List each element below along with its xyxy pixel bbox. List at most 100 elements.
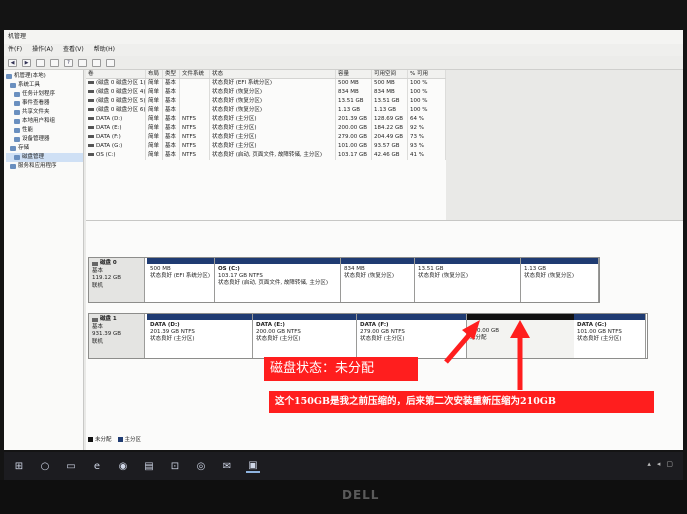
table-row[interactable]: DATA (F:) 简单 基本 NTFS 状态良好 (主分区) 279.00 GB 204.… [86,133,446,142]
cell-filesystem [180,97,210,106]
partition-os-c[interactable]: OS (C:) 103.17 GB NTFS 状态良好 (启动, 页面文件, 故障转… [215,258,341,302]
cell-volume: (磁盘 0 磁盘分区 4) [86,88,146,97]
tree-item-storage[interactable]: 存储 [6,144,83,153]
windows-icon[interactable]: ⊞ [12,459,26,473]
refresh-icon[interactable] [78,58,87,67]
computer-management-icon[interactable]: ▣ [246,459,260,473]
cell-capacity: 103.17 GB [336,151,372,160]
export-icon[interactable] [92,58,101,67]
cell-layout: 简单 [146,124,163,133]
table-row[interactable]: DATA (E:) 简单 基本 NTFS 状态良好 (主分区) 200.00 GB 184.… [86,124,446,133]
column-header-volume[interactable]: 卷 [86,70,146,78]
menu-file[interactable]: 件(F) [8,44,22,56]
cell-percent-free: 73 % [408,133,446,142]
table-row[interactable]: DATA (D:) 简单 基本 NTFS 状态良好 (主分区) 201.39 GB 128.… [86,115,446,124]
cell-filesystem: NTFS [180,151,210,160]
notification-icon[interactable]: ▢ [666,460,673,468]
cell-volume: (磁盘 0 磁盘分区 5) [86,97,146,106]
disk-0-label[interactable]: 磁盘 0 基本 119.12 GB 联机 [89,258,145,302]
edge-icon[interactable]: e [90,459,104,473]
cell-type: 基本 [163,88,180,97]
partition-recovery-834mb[interactable]: 834 MB 状态良好 (恢复分区) [341,258,415,302]
tree-item-local-users[interactable]: 本地用户和组 [6,117,83,126]
callout-disk-status: 磁盘状态：未分配 [264,357,418,381]
menu-help[interactable]: 帮助(H) [94,44,115,56]
tree-item-shared-folders[interactable]: 共享文件夹 [6,108,83,117]
back-icon[interactable]: ◀ [8,58,17,67]
column-header-type[interactable]: 类型 [163,70,180,78]
disk-graph-area: 磁盘 0 基本 119.12 GB 联机 500 MB 状态良好 (EFI 系统分… [86,220,683,450]
legend: 未分配 主分区 [88,435,141,443]
mail-icon[interactable]: ✉ [220,459,234,473]
cell-type: 基本 [163,124,180,133]
cell-capacity: 1.13 GB [336,106,372,115]
menu-action[interactable]: 操作(A) [32,44,53,56]
volume-icon[interactable]: ◂ [657,460,661,468]
cell-layout: 简单 [146,106,163,115]
volume-list-body: (磁盘 0 磁盘分区 1) 简单 基本 状态良好 (EFI 系统分区) 500 MB 50… [86,79,446,160]
column-header-free-space[interactable]: 可用空间 [372,70,408,78]
settings-icon[interactable] [106,58,115,67]
tree-item-task-scheduler[interactable]: 任务计划程序 [6,90,83,99]
column-header-filesystem[interactable]: 文件系统 [180,70,210,78]
cell-capacity: 279.00 GB [336,133,372,142]
table-row[interactable]: (磁盘 0 磁盘分区 1) 简单 基本 状态良好 (EFI 系统分区) 500 MB 50… [86,79,446,88]
column-header-capacity[interactable]: 容量 [336,70,372,78]
store-icon[interactable]: ⊡ [168,459,182,473]
cell-percent-free: 41 % [408,151,446,160]
partition-efi[interactable]: 500 MB 状态良好 (EFI 系统分区) [147,258,215,302]
cell-status: 状态良好 (恢复分区) [210,106,336,115]
partition-data-e[interactable]: DATA (E:) 200.00 GB NTFS 状态良好 (主分区) [253,314,357,358]
volume-icon [88,99,94,102]
tree-item-services[interactable]: 服务和应用程序 [6,162,83,171]
legend-primary: 主分区 [117,435,141,443]
cell-filesystem: NTFS [180,115,210,124]
tree-item-system-tools[interactable]: 系统工具 [6,81,83,90]
partition-unallocated[interactable]: 150.00 GB 未分配 [467,314,575,358]
properties-icon[interactable] [50,58,59,67]
tree-item-device-manager[interactable]: 设备管理器 [6,135,83,144]
column-header-percent-free[interactable]: % 可用 [408,70,446,78]
disk-1-label[interactable]: 磁盘 1 基本 931.39 GB 联机 [89,314,145,358]
cell-percent-free: 100 % [408,97,446,106]
menubar: 件(F) 操作(A) 查看(V) 帮助(H) [4,44,683,56]
tree-item-performance[interactable]: 性能 [6,126,83,135]
tree-item-event-viewer[interactable]: 事件查看器 [6,99,83,108]
cell-percent-free: 100 % [408,79,446,88]
tree-item-disk-management[interactable]: 磁盘管理 [6,153,83,162]
cell-free-space: 204.49 GB [372,133,408,142]
forward-icon[interactable]: ▶ [22,58,31,67]
cell-volume: OS (C:) [86,151,146,160]
task-view-icon[interactable]: ▭ [64,459,78,473]
cell-layout: 简单 [146,133,163,142]
partition-data-g-label[interactable]: DATA (G:) 101.00 GB NTFS 状态良好 (主分区) [574,314,646,358]
table-row[interactable]: OS (C:) 简单 基本 NTFS 状态良好 (启动, 页面文件, 故障转储, 主分区… [86,151,446,160]
disk-icon [92,317,98,322]
help-icon[interactable]: ? [64,58,73,67]
explorer-icon[interactable]: ▤ [142,459,156,473]
cell-volume: DATA (G:) [86,142,146,151]
chrome-icon[interactable]: ◉ [116,459,130,473]
table-row[interactable]: DATA (G:) 简单 基本 NTFS 状态良好 (主分区) 101.00 GB 93.5… [86,142,446,151]
disk-0-row: 磁盘 0 基本 119.12 GB 联机 500 MB 状态良好 (EFI 系统分… [88,257,600,303]
cell-filesystem [180,88,210,97]
console-tree-icon[interactable] [36,58,45,67]
cell-status: 状态良好 (主分区) [210,133,336,142]
safari-icon[interactable]: ◎ [194,459,208,473]
column-header-status[interactable]: 状态 [210,70,336,78]
computer-icon [6,74,12,79]
table-row[interactable]: (磁盘 0 磁盘分区 5) 简单 基本 状态良好 (恢复分区) 13.51 GB 13.5… [86,97,446,106]
table-row[interactable]: (磁盘 0 磁盘分区 6) 简单 基本 状态良好 (恢复分区) 1.13 GB 1.13 … [86,106,446,115]
partition-data-d[interactable]: DATA (D:) 201.39 GB NTFS 状态良好 (主分区) [147,314,253,358]
partition-data-f[interactable]: DATA (F:) 279.00 GB NTFS 状态良好 (主分区) [357,314,467,358]
cell-capacity: 201.39 GB [336,115,372,124]
tree-item-computer-management[interactable]: 机管理(本地) [6,72,83,81]
table-row[interactable]: (磁盘 0 磁盘分区 4) 简单 基本 状态良好 (恢复分区) 834 MB 834 MB… [86,88,446,97]
partition-recovery-1gb[interactable]: 1.13 GB 状态良好 (恢复分区) [521,258,599,302]
volume-list: 卷 布局 类型 文件系统 状态 容量 可用空间 % 可用 (磁盘 0 磁盘分区 … [86,70,446,220]
column-header-layout[interactable]: 布局 [146,70,163,78]
partition-recovery-13gb[interactable]: 13.51 GB 状态良好 (恢复分区) [415,258,521,302]
search-icon[interactable]: ○ [38,459,52,473]
menu-view[interactable]: 查看(V) [63,44,84,56]
network-icon[interactable]: ▴ [647,460,651,468]
